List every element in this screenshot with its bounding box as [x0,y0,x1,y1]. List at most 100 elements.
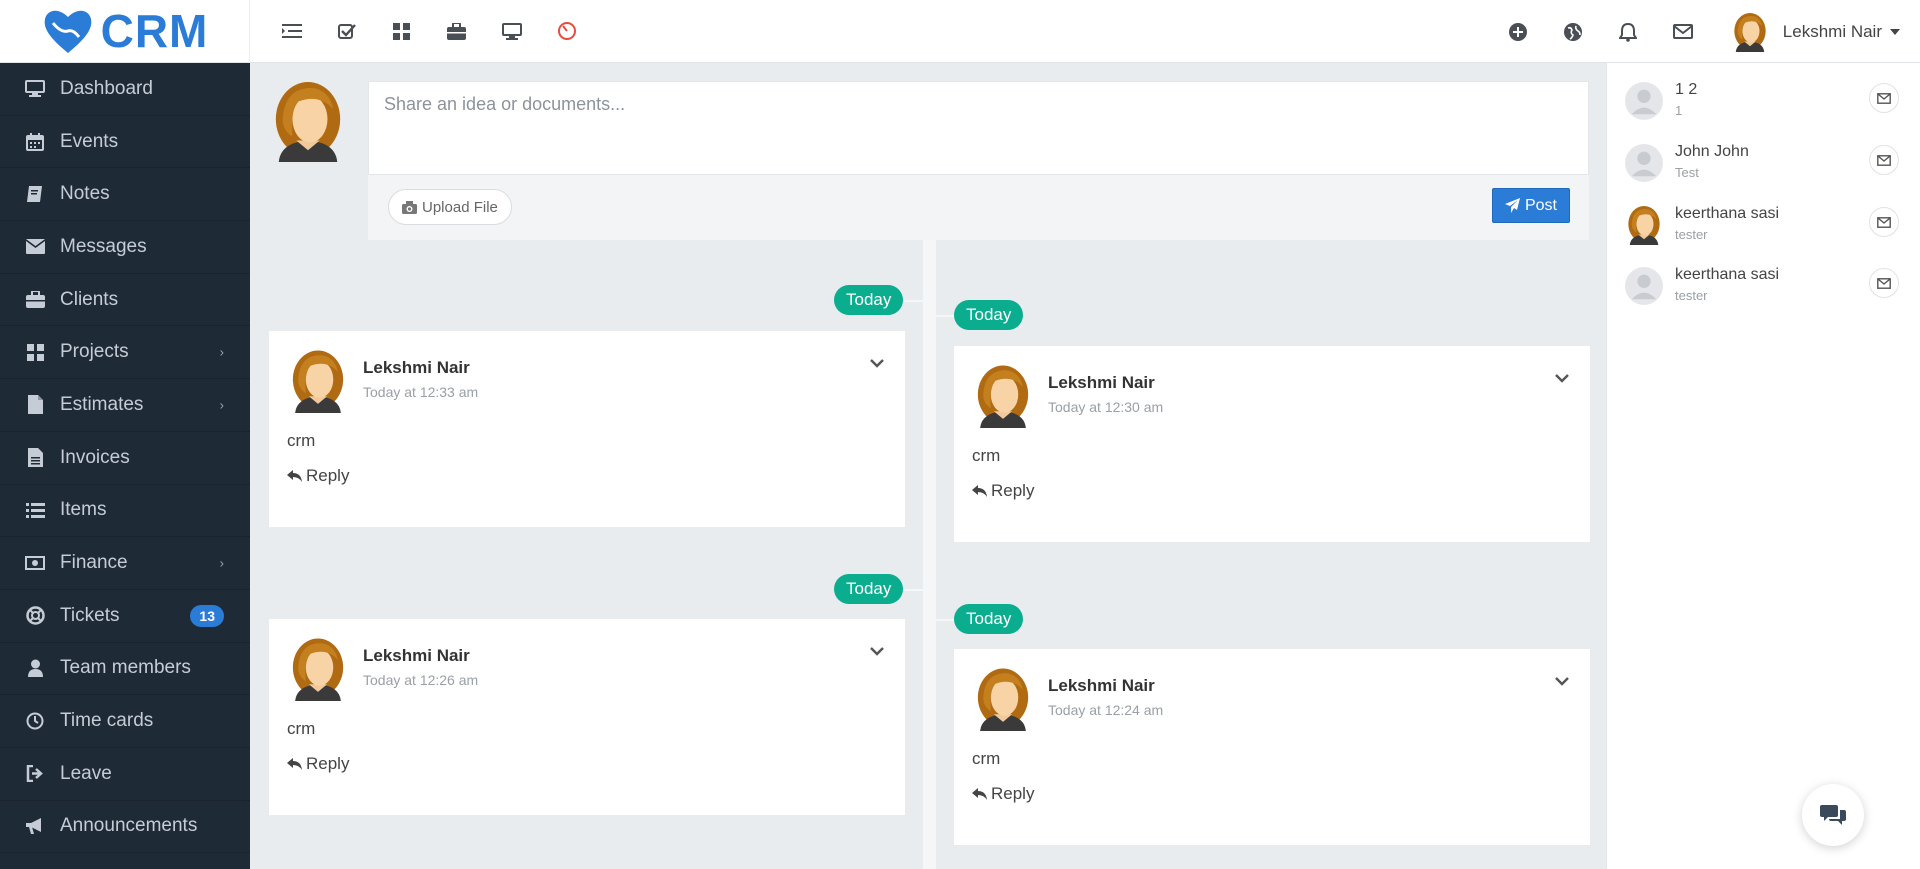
envelope-icon[interactable] [1869,268,1899,298]
author-avatar [972,667,1034,731]
date-label: Today [834,574,904,604]
envelope-icon[interactable] [1869,83,1899,113]
contact-avatar [1625,205,1663,245]
date-label: Today [954,300,1024,330]
sidebar-item-label: Team members [60,657,191,679]
post-text: crm [972,749,1001,768]
sidebar-item-tickets[interactable]: Tickets 13 [0,590,250,643]
sidebar: Dashboard Events Notes Messages Clients … [0,63,250,869]
post-author[interactable]: Lekshmi Nair [363,646,470,666]
sidebar-item-announcements[interactable]: Announcements [0,801,250,854]
file-icon [24,394,46,416]
date-label: Today [954,604,1024,634]
heart-logo-icon [44,10,91,53]
grid-icon [24,341,46,363]
bell-icon[interactable] [1601,0,1656,63]
contact-name: 1 2 [1675,81,1698,98]
sidebar-item-label: Announcements [60,815,198,837]
envelope-icon [24,236,46,258]
sidebar-item-notes[interactable]: Notes [0,168,250,222]
reply-link[interactable]: Reply [972,784,1034,804]
contact-item[interactable]: keerthana sasi tester [1625,262,1905,312]
user-avatar [1731,12,1769,52]
reply-icon [287,758,302,770]
sidebar-item-leave[interactable]: Leave [0,748,250,801]
chevron-right-icon: › [219,344,224,360]
user-menu[interactable]: Lekshmi Nair [1711,12,1920,52]
contacts-panel: 1 2 1 John John Test keerthana sasi test… [1606,63,1920,869]
post-textarea[interactable] [368,81,1589,175]
contact-subtitle: 1 [1675,103,1683,118]
contact-name: keerthana sasi [1675,205,1780,222]
contact-item[interactable]: 1 2 1 [1625,77,1905,127]
reply-label: Reply [991,481,1035,500]
clock-icon [24,710,46,732]
contact-item[interactable]: John John Test [1625,139,1905,189]
contact-subtitle: Test [1675,165,1699,180]
sidebar-item-dashboard[interactable]: Dashboard [0,63,250,116]
post-time: Today at 12:33 am [363,384,479,400]
timeline-line [923,240,936,869]
chat-button[interactable] [1802,784,1864,846]
sidebar-item-events[interactable]: Events [0,116,250,169]
envelope-icon[interactable] [1869,145,1899,175]
sidebar-item-label: Dashboard [60,77,153,99]
sidebar-item-estimates[interactable]: Estimates › [0,379,250,432]
author-avatar [287,349,349,413]
envelope-icon[interactable] [1656,0,1711,63]
checkbox-icon[interactable] [319,0,374,63]
briefcase-icon[interactable] [429,0,484,63]
sidebar-item-finance[interactable]: Finance › [0,537,250,590]
chevron-down-icon[interactable] [1552,368,1572,388]
reply-link[interactable]: Reply [972,481,1034,501]
user-icon [24,657,46,679]
post-card: Lekshmi Nair Today at 12:33 am crm Reply [269,331,905,527]
post-label: Post [1524,196,1557,214]
post-author[interactable]: Lekshmi Nair [1048,676,1155,696]
sign-out-icon [24,763,46,785]
reply-label: Reply [306,466,350,485]
list-icon[interactable] [264,0,319,63]
reply-label: Reply [306,754,350,773]
sidebar-item-invoices[interactable]: Invoices [0,432,250,485]
sidebar-item-label: Time cards [60,710,154,732]
sidebar-item-messages[interactable]: Messages [0,221,250,274]
globe-icon[interactable] [1546,0,1601,63]
logo[interactable]: CRM [0,0,250,63]
post-composer: Upload File Post [368,81,1589,240]
post-time: Today at 12:26 am [363,672,479,688]
contact-subtitle: tester [1675,288,1708,303]
post-button[interactable]: Post [1491,188,1570,223]
chevron-down-icon[interactable] [1552,671,1572,691]
sidebar-item-label: Tickets [60,604,120,626]
reply-link[interactable]: Reply [287,754,349,774]
sidebar-item-items[interactable]: Items [0,485,250,538]
envelope-icon[interactable] [1869,207,1899,237]
reply-link[interactable]: Reply [287,466,349,486]
reply-label: Reply [991,784,1035,803]
sidebar-item-time-cards[interactable]: Time cards [0,695,250,748]
bullhorn-icon [24,815,46,837]
upload-file-button[interactable]: Upload File [388,189,512,225]
chevron-down-icon[interactable] [867,641,887,661]
monitor-icon[interactable] [484,0,539,63]
post-author[interactable]: Lekshmi Nair [363,358,470,378]
sidebar-item-team-members[interactable]: Team members [0,643,250,696]
clock-icon[interactable] [539,0,594,63]
upload-file-label: Upload File [422,198,498,216]
contact-avatar [1625,143,1663,183]
post-author[interactable]: Lekshmi Nair [1048,373,1155,393]
plus-circle-icon[interactable] [1491,0,1546,63]
contact-item[interactable]: keerthana sasi tester [1625,201,1905,251]
sidebar-item-clients[interactable]: Clients [0,274,250,327]
chevron-down-icon[interactable] [867,353,887,373]
post-text: crm [287,431,316,450]
author-avatar [972,364,1034,428]
caret-down-icon [1890,28,1900,35]
sidebar-item-projects[interactable]: Projects › [0,326,250,380]
sidebar-item-label: Clients [60,288,119,310]
post-time: Today at 12:30 am [1048,399,1164,415]
user-name: Lekshmi Nair [1782,21,1882,41]
grid-icon[interactable] [374,0,429,63]
calendar-icon [24,131,46,153]
